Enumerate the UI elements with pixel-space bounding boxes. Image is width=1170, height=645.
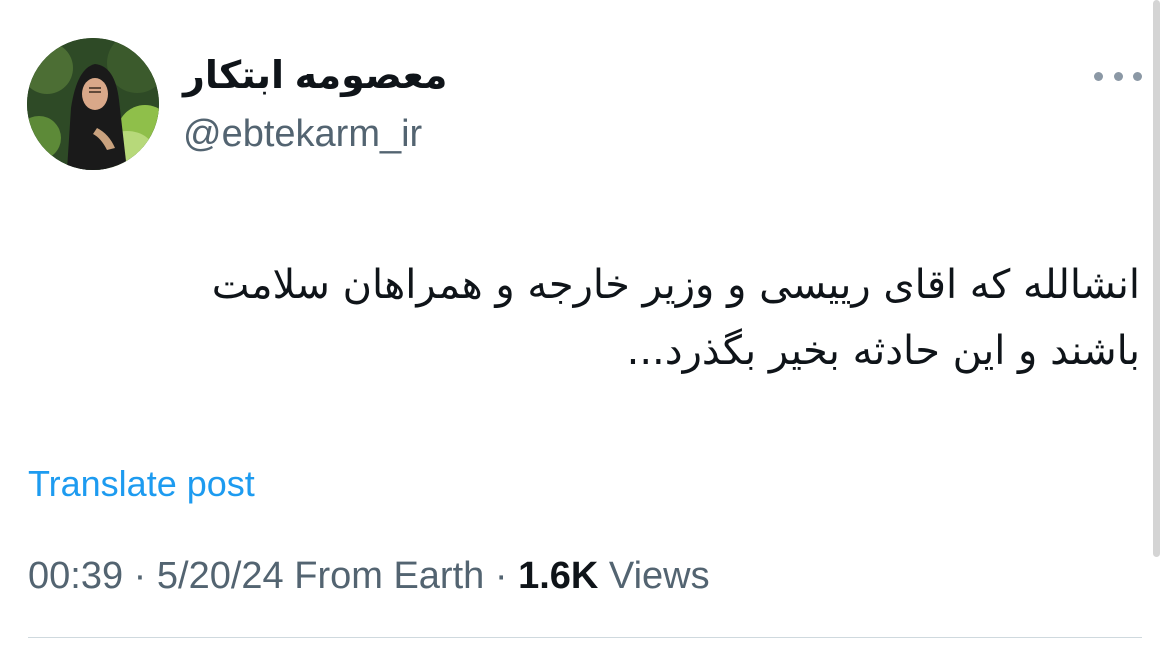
- post-text-line: باشند و این حادثه بخیر بگذرد...: [626, 328, 1140, 374]
- ellipsis-icon: [1133, 71, 1142, 81]
- post-metadata: 00:39 · 5/20/24 From Earth · 1.6K Views: [28, 552, 710, 600]
- translate-post-link[interactable]: Translate post: [28, 462, 255, 506]
- post-text: انشالله که اقای رییسی و وزیر خارجه و همر…: [60, 252, 1140, 384]
- ellipsis-icon: [1113, 71, 1123, 81]
- profile-photo: [27, 38, 159, 170]
- author-display-name[interactable]: معصومه ابتکار: [183, 50, 447, 102]
- meta-separator: ·: [133, 555, 147, 597]
- views-count: 1.6K: [518, 555, 599, 597]
- meta-separator: ·: [494, 555, 508, 597]
- scrollbar[interactable]: [1153, 0, 1160, 557]
- post-time[interactable]: 00:39: [28, 555, 123, 597]
- avatar[interactable]: [27, 38, 159, 170]
- more-options-button[interactable]: [1094, 62, 1142, 90]
- divider: [28, 637, 1142, 638]
- ellipsis-icon: [1094, 71, 1103, 81]
- views-label: Views: [608, 555, 710, 597]
- post-text-line: انشالله که اقای رییسی و وزیر خارجه و همر…: [211, 262, 1140, 308]
- post-date[interactable]: 5/20/24: [157, 555, 284, 597]
- post-source: From Earth: [294, 555, 485, 597]
- author-handle[interactable]: @ebtekarm_ir: [183, 110, 422, 158]
